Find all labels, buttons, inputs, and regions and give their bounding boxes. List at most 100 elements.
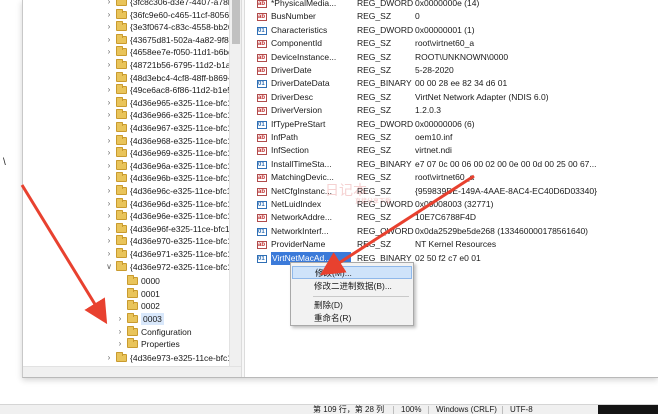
value-data: 5-28-2020: [415, 65, 454, 75]
chevron-right-icon[interactable]: ›: [105, 185, 113, 197]
chevron-right-icon[interactable]: ›: [105, 160, 113, 172]
chevron-right-icon[interactable]: ›: [105, 172, 113, 184]
tree-item[interactable]: › {4d36e966-e325-11ce-bfc1-0: [105, 109, 229, 121]
chevron-right-icon[interactable]: ›: [105, 109, 113, 121]
chevron-right-icon[interactable]: ›: [105, 235, 113, 247]
registry-value-row[interactable]: DeviceInstance...REG_SZROOT\UNKNOWN\0000: [245, 51, 658, 65]
menu-item-modify[interactable]: 修改(M)...: [292, 266, 412, 279]
chevron-right-icon[interactable]: ›: [105, 248, 113, 260]
registry-value-row[interactable]: BusNumberREG_SZ0: [245, 10, 658, 24]
chevron-right-icon[interactable]: ›: [105, 135, 113, 147]
registry-value-row[interactable]: NetworkInterf...REG_QWORD0x0da2529be5de2…: [245, 225, 658, 239]
folder-icon: [116, 21, 127, 32]
chevron-right-icon[interactable]: ›: [105, 72, 113, 84]
registry-value-row[interactable]: DriverDescREG_SZVirtNet Network Adapter …: [245, 91, 658, 105]
chevron-right-icon[interactable]: ›: [105, 46, 113, 58]
tree-subkey-item[interactable]: 0002: [116, 300, 160, 312]
tree-item[interactable]: › {4d36e973-e325-11ce-bfc1-0: [105, 351, 229, 364]
registry-value-row[interactable]: NetLuidIndexREG_DWORD0x00008003 (32771): [245, 198, 658, 212]
tree-item[interactable]: › {4d36e96c-e325-11ce-bfc1-08: [105, 185, 229, 197]
chevron-right-icon[interactable]: ›: [105, 9, 113, 21]
registry-value-row[interactable]: DriverVersionREG_SZ1.2.0.3: [245, 104, 658, 118]
menu-item-delete[interactable]: 删除(D): [292, 299, 412, 312]
chevron-right-icon[interactable]: ›: [105, 34, 113, 46]
tree-item[interactable]: › {43675d81-502a-4a82-9f84-b: [105, 33, 229, 46]
tree-item[interactable]: › {4d36e971-e325-11ce-bfc1-0: [105, 248, 229, 260]
registry-value-row[interactable]: *PhysicalMedia...REG_DWORD0x0000000e (14…: [245, 0, 658, 11]
tree-item[interactable]: › {4d36e970-e325-11ce-bfc1-0: [105, 235, 229, 247]
tree-item[interactable]: › {4d36e965-e325-11ce-bfc1-0: [105, 96, 229, 109]
menu-item-rename[interactable]: 重命名(R): [292, 312, 412, 325]
tree-item-label: {4d36e96f-e325-11ce-bfc1-08: [130, 223, 229, 234]
tree-item[interactable]: › {4d36e967-e325-11ce-bfc1-0: [105, 122, 229, 134]
tree-item-label: {4d36e967-e325-11ce-bfc1-0: [130, 123, 229, 133]
tree-item[interactable]: › {4d36e96a-e325-11ce-bfc1-0: [105, 159, 229, 172]
tree-item[interactable]: › {4d36e969-e325-11ce-bfc1-0: [105, 147, 229, 159]
chevron-right-icon[interactable]: ›: [105, 122, 113, 134]
menu-item-modify-binary[interactable]: 修改二进制数据(B)...: [292, 280, 412, 293]
tree-item[interactable]: › {36fc9e60-c465-11cf-8056-44: [105, 8, 229, 21]
tree-item[interactable]: › {4d36e96f-e325-11ce-bfc1-08: [105, 222, 229, 235]
registry-value-row[interactable]: IfTypePreStartREG_DWORD0x00000006 (6): [245, 118, 658, 132]
tree-item-label: {4d36e973-e325-11ce-bfc1-0: [130, 352, 229, 363]
chevron-right-icon[interactable]: ›: [105, 97, 113, 109]
chevron-right-icon[interactable]: ›: [105, 210, 113, 222]
value-name: NetworkInterf...: [271, 225, 329, 236]
tree-subkey-item[interactable]: › 0003: [116, 313, 164, 325]
tree-item[interactable]: › {4d36e96d-e325-11ce-bfc1-0: [105, 197, 229, 210]
chevron-right-icon[interactable]: ›: [105, 84, 113, 96]
registry-value-row[interactable]: InfSectionREG_SZvirtnet.ndi: [245, 144, 658, 158]
tree-item[interactable]: › {3e3f0674-c83c-4558-bb26-9: [105, 21, 229, 33]
tree-subkey-item[interactable]: › Configuration: [116, 325, 192, 338]
tree-scroll-thumb[interactable]: [232, 0, 240, 44]
registry-value-row[interactable]: NetworkAddre...REG_SZ10E7C6788F4D: [245, 211, 658, 225]
folder-icon: [116, 235, 127, 246]
tree-subkey-item[interactable]: 0001: [116, 287, 160, 300]
folder-icon: [127, 338, 138, 349]
registry-value-row[interactable]: NetCfgInstanc...REG_SZ{959839DE-149A-4AA…: [245, 185, 658, 199]
folder-icon: [127, 275, 138, 286]
status-separator: [393, 406, 394, 414]
registry-value-row[interactable]: CharacteristicsREG_DWORD0x00000001 (1): [245, 24, 658, 38]
chevron-right-icon[interactable]: ›: [105, 352, 113, 364]
tree-vertical-scrollbar[interactable]: [229, 0, 241, 366]
registry-value-row[interactable]: InstallTimeSta...REG_BINARYe7 07 0c 00 0…: [245, 158, 658, 172]
tree-item[interactable]: › {4d36e96e-e325-11ce-bfc1-0: [105, 210, 229, 222]
value-data: 00 00 28 ee 82 34 d6 01: [415, 78, 508, 89]
registry-value-row[interactable]: ComponentIdREG_SZroot\virtnet60_a: [245, 37, 658, 51]
folder-icon: [116, 122, 127, 132]
binary-value-icon: [257, 78, 267, 91]
registry-value-row[interactable]: InfPathREG_SZoem10.inf: [245, 131, 658, 145]
tree-item-label: {48d3ebc4-4cf8-48ff-b869-9c: [130, 72, 229, 83]
tree-item[interactable]: ∨ {4d36e972-e325-11ce-bfc1-0: [105, 260, 229, 273]
registry-value-row[interactable]: DriverDateREG_SZ5-28-2020: [245, 64, 658, 78]
chevron-down-icon[interactable]: ∨: [105, 261, 113, 273]
chevron-right-icon[interactable]: ›: [105, 198, 113, 210]
chevron-right-icon[interactable]: ›: [105, 147, 113, 159]
tree-item[interactable]: › {48d3ebc4-4cf8-48ff-b869-9c: [105, 71, 229, 84]
chevron-right-icon[interactable]: ›: [116, 338, 124, 350]
tree-horizontal-scrollbar[interactable]: [23, 366, 241, 377]
chevron-right-icon[interactable]: ›: [105, 21, 113, 33]
folder-icon: [127, 313, 138, 323]
chevron-right-icon[interactable]: ›: [105, 59, 113, 71]
tree-item[interactable]: › {3fc8c306-d3e7-4407-a78b-e: [105, 0, 229, 8]
value-data: e7 07 0c 00 06 00 02 00 0e 00 0d 00 25 0…: [415, 158, 597, 169]
tree-item-label: {4d36e96b-e325-11ce-bfc1-0: [130, 173, 229, 184]
string-value-icon: [257, 92, 267, 105]
tree-subkey-item[interactable]: › Properties: [116, 338, 180, 350]
chevron-right-icon[interactable]: ›: [105, 223, 113, 235]
registry-value-row[interactable]: MatchingDevic...REG_SZroot\virtnet60_a: [245, 171, 658, 185]
chevron-right-icon[interactable]: ›: [116, 313, 124, 325]
chevron-right-icon[interactable]: ›: [105, 0, 113, 8]
tree-subkey-item[interactable]: 0000: [116, 275, 160, 287]
tree-item[interactable]: › {48721b56-6795-11d2-b1a8-0: [105, 59, 229, 71]
chevron-right-icon[interactable]: ›: [116, 326, 124, 338]
registry-tree-pane[interactable]: › {3fc8c306-d3e7-4407-a78b-e › {36fc9e60-c4…: [23, 0, 229, 377]
tree-item[interactable]: › {4658ee7e-f050-11d1-b6bd-0: [105, 46, 229, 58]
registry-value-row[interactable]: DriverDateDataREG_BINARY00 00 28 ee 82 3…: [245, 77, 658, 91]
tree-item[interactable]: › {49ce6ac8-6f86-11d2-b1e5-0: [105, 84, 229, 96]
tree-item[interactable]: › {4d36e968-e325-11ce-bfc1-0: [105, 134, 229, 147]
registry-value-row[interactable]: ProviderNameREG_SZNT Kernel Resources: [245, 238, 658, 252]
tree-item[interactable]: › {4d36e96b-e325-11ce-bfc1-0: [105, 172, 229, 184]
